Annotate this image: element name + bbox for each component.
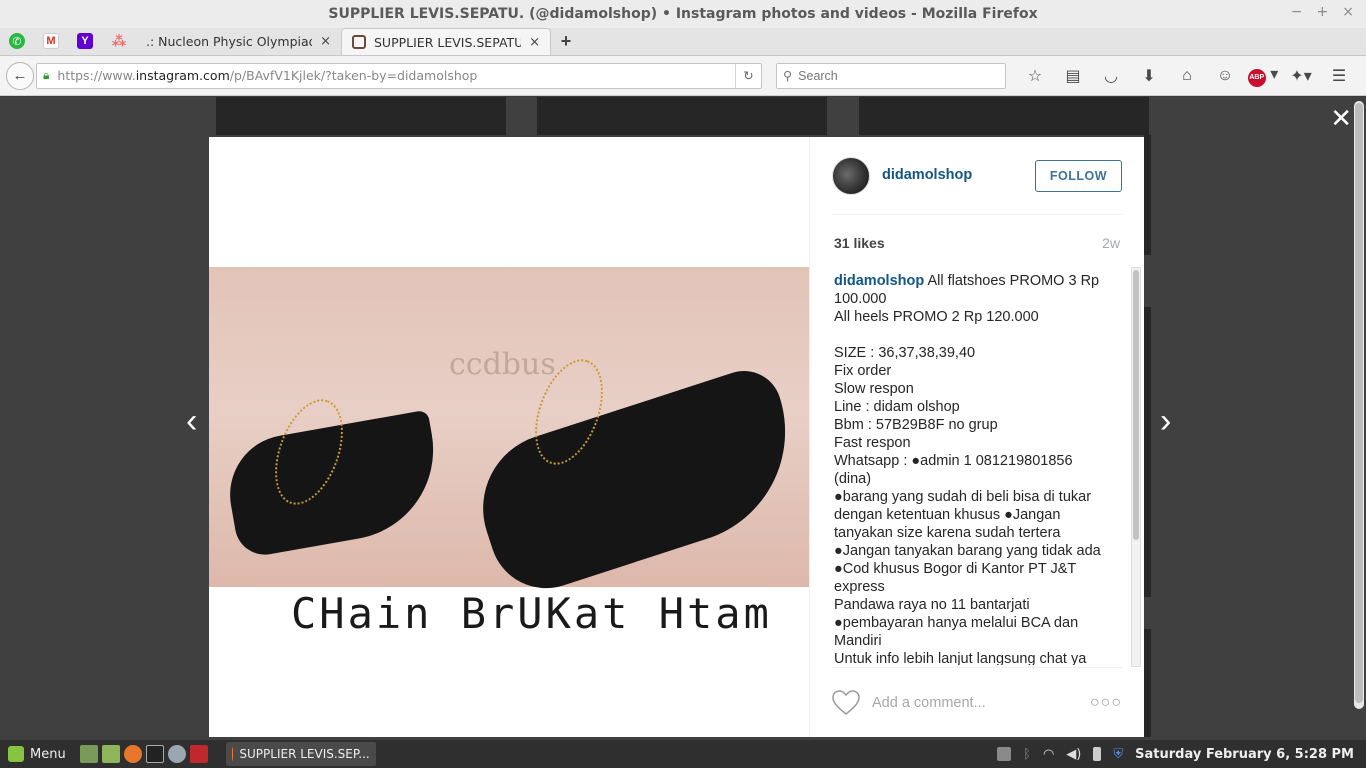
pinned-tab-asana[interactable]: ⁂ — [102, 27, 136, 55]
tab-nucleon[interactable]: .: Nucleon Physic Olympiad (... × — [136, 28, 341, 55]
task-label: SUPPLIER LEVIS.SEP... — [239, 747, 370, 761]
post-username[interactable]: didamolshop — [882, 167, 972, 183]
background-thumbnail — [859, 97, 1149, 135]
tab-label: .: Nucleon Physic Olympiad (... — [146, 34, 313, 49]
window-title: SUPPLIER LEVIS.SEPATU. (@didamolshop) • … — [328, 6, 1038, 22]
show-desktop-icon[interactable] — [79, 745, 98, 763]
downloads-icon[interactable]: ⬇ — [1130, 66, 1168, 86]
wifi-icon[interactable]: ◠ — [1043, 747, 1054, 762]
likes-count[interactable]: 31 likes — [834, 235, 885, 251]
maximize-button[interactable]: + — [1317, 4, 1329, 20]
heart-icon[interactable] — [832, 689, 860, 716]
navigation-bar: ← 🔒︎ https://www.instagram.com/p/BAvfV1K… — [0, 56, 1366, 96]
shield-icon[interactable]: ⛨ — [1113, 747, 1123, 762]
menu-icon[interactable]: ☰ — [1320, 66, 1358, 86]
comment-input[interactable]: Add a comment... — [872, 695, 1090, 711]
search-placeholder: Search — [798, 68, 838, 83]
page-scrollbar[interactable] — [1354, 101, 1364, 709]
firefox-icon — [231, 747, 234, 761]
more-options-icon[interactable]: ○○○ — [1090, 694, 1122, 712]
background-thumbnail — [216, 97, 506, 135]
bluetooth-icon[interactable]: ᛒ — [1023, 747, 1031, 762]
back-arrow-icon: ← — [12, 67, 28, 84]
search-icon: ⚲ — [783, 69, 793, 83]
pocket-icon[interactable]: ◡ — [1092, 66, 1130, 86]
post-header: didamolshop FOLLOW — [832, 157, 1122, 215]
page-content: ‹ › ✕ ccdbus CHain BrUKat Htam didamolsh… — [0, 97, 1366, 740]
toolbar: ☆ ▤ ◡ ⬇ ⌂ ☺ ABP ▾ ✦▾ ☰ — [1016, 64, 1358, 87]
battery-icon[interactable] — [1093, 747, 1102, 761]
url-bar[interactable]: 🔒︎ https://www.instagram.com/p/BAvfV1Kjl… — [36, 62, 762, 89]
next-arrow[interactable]: › — [1160, 402, 1171, 441]
filezilla-icon[interactable] — [189, 745, 208, 763]
clock[interactable]: Saturday February 6, 5:28 PM — [1135, 747, 1354, 762]
user-icon[interactable] — [997, 747, 1012, 761]
quick-launch — [79, 745, 208, 763]
post-caption: didamolshop All flatshoes PROMO 3 Rp 100… — [834, 272, 1112, 665]
firefox-icon[interactable] — [123, 745, 142, 763]
window-titlebar: SUPPLIER LEVIS.SEPATU. (@didamolshop) • … — [0, 0, 1366, 28]
gmail-icon: M — [43, 33, 59, 49]
home-icon[interactable]: ⌂ — [1168, 67, 1206, 85]
instagram-icon — [352, 35, 366, 49]
post-photo: ccdbus CHain BrUKat Htam — [209, 137, 809, 737]
post-sidebar: didamolshop FOLLOW 31 likes 2w didamolsh… — [809, 137, 1144, 737]
post-age[interactable]: 2w — [1102, 235, 1120, 251]
follow-button[interactable]: FOLLOW — [1035, 160, 1122, 192]
previous-arrow[interactable]: ‹ — [186, 402, 197, 441]
volume-icon[interactable]: ◀) — [1066, 747, 1081, 762]
settings-icon[interactable] — [167, 745, 186, 763]
taskbar-firefox-window[interactable]: SUPPLIER LEVIS.SEP... — [225, 742, 376, 766]
menu-label: Menu — [30, 746, 66, 762]
caption-username[interactable]: didamolshop — [834, 273, 924, 289]
chat-icon[interactable]: ☺ — [1206, 67, 1244, 85]
caption-scrollbar[interactable] — [1131, 267, 1141, 667]
window-controls: − + × — [1291, 4, 1354, 20]
background-thumbnail — [537, 97, 827, 135]
start-menu-button[interactable]: Menu — [0, 746, 74, 762]
pinned-tab-whatsapp[interactable]: ✆ — [0, 27, 34, 55]
asana-icon: ⁂ — [111, 32, 127, 49]
background-thumbnail — [1144, 307, 1151, 597]
whatsapp-icon: ✆ — [9, 33, 25, 49]
photo-watermark: ccdbus — [449, 347, 556, 382]
lock-icon: 🔒︎ — [43, 68, 50, 82]
url-text: https://www.instagram.com/p/BAvfV1Kjlek/… — [57, 68, 478, 83]
close-window-button[interactable]: × — [1342, 4, 1354, 20]
system-tray: ᛒ ◠ ◀) ⛨ Saturday February 6, 5:28 PM — [997, 747, 1366, 762]
tab-close-button[interactable]: × — [320, 34, 331, 49]
tab-bar: ✆ M Y ⁂ .: Nucleon Physic Olympiad (... … — [0, 28, 1366, 56]
tab-close-button[interactable]: × — [529, 35, 540, 50]
files-icon[interactable] — [101, 745, 120, 763]
comment-bar: Add a comment... ○○○ — [832, 667, 1122, 737]
tab-instagram[interactable]: SUPPLIER LEVIS.SEPATU. ... × — [341, 28, 551, 55]
adblock-icon[interactable]: ABP ▾ — [1244, 64, 1282, 87]
tab-label: SUPPLIER LEVIS.SEPATU. ... — [374, 34, 522, 50]
background-thumbnail — [1144, 135, 1151, 255]
yahoo-icon: Y — [77, 33, 93, 49]
search-input[interactable]: ⚲ Search — [776, 62, 1006, 89]
lightbox-close-button[interactable]: ✕ — [1330, 103, 1352, 134]
caption-text: All flatshoes PROMO 3 Rp 100.000 All hee… — [834, 273, 1101, 665]
reload-button[interactable]: ↻ — [735, 63, 761, 88]
back-button[interactable]: ← — [6, 61, 34, 90]
avatar[interactable] — [832, 157, 870, 195]
taskbar: Menu SUPPLIER LEVIS.SEP... ᛒ ◠ ◀) ⛨ Satu… — [0, 740, 1366, 768]
post-modal: ccdbus CHain BrUKat Htam didamolshop FOL… — [209, 137, 1144, 737]
reading-list-icon[interactable]: ▤ — [1054, 66, 1092, 86]
photo-caption-text: CHain BrUKat Htam — [291, 589, 772, 638]
extension-icon[interactable]: ✦▾ — [1282, 66, 1320, 86]
terminal-icon[interactable] — [145, 745, 164, 763]
bookmark-star-icon[interactable]: ☆ — [1016, 66, 1054, 86]
pinned-tab-gmail[interactable]: M — [34, 27, 68, 55]
pinned-tab-yahoo[interactable]: Y — [68, 27, 102, 55]
new-tab-button[interactable]: + — [551, 28, 581, 55]
background-thumbnail — [1144, 629, 1151, 737]
mint-logo-icon — [8, 746, 24, 762]
minimize-button[interactable]: − — [1291, 4, 1303, 20]
